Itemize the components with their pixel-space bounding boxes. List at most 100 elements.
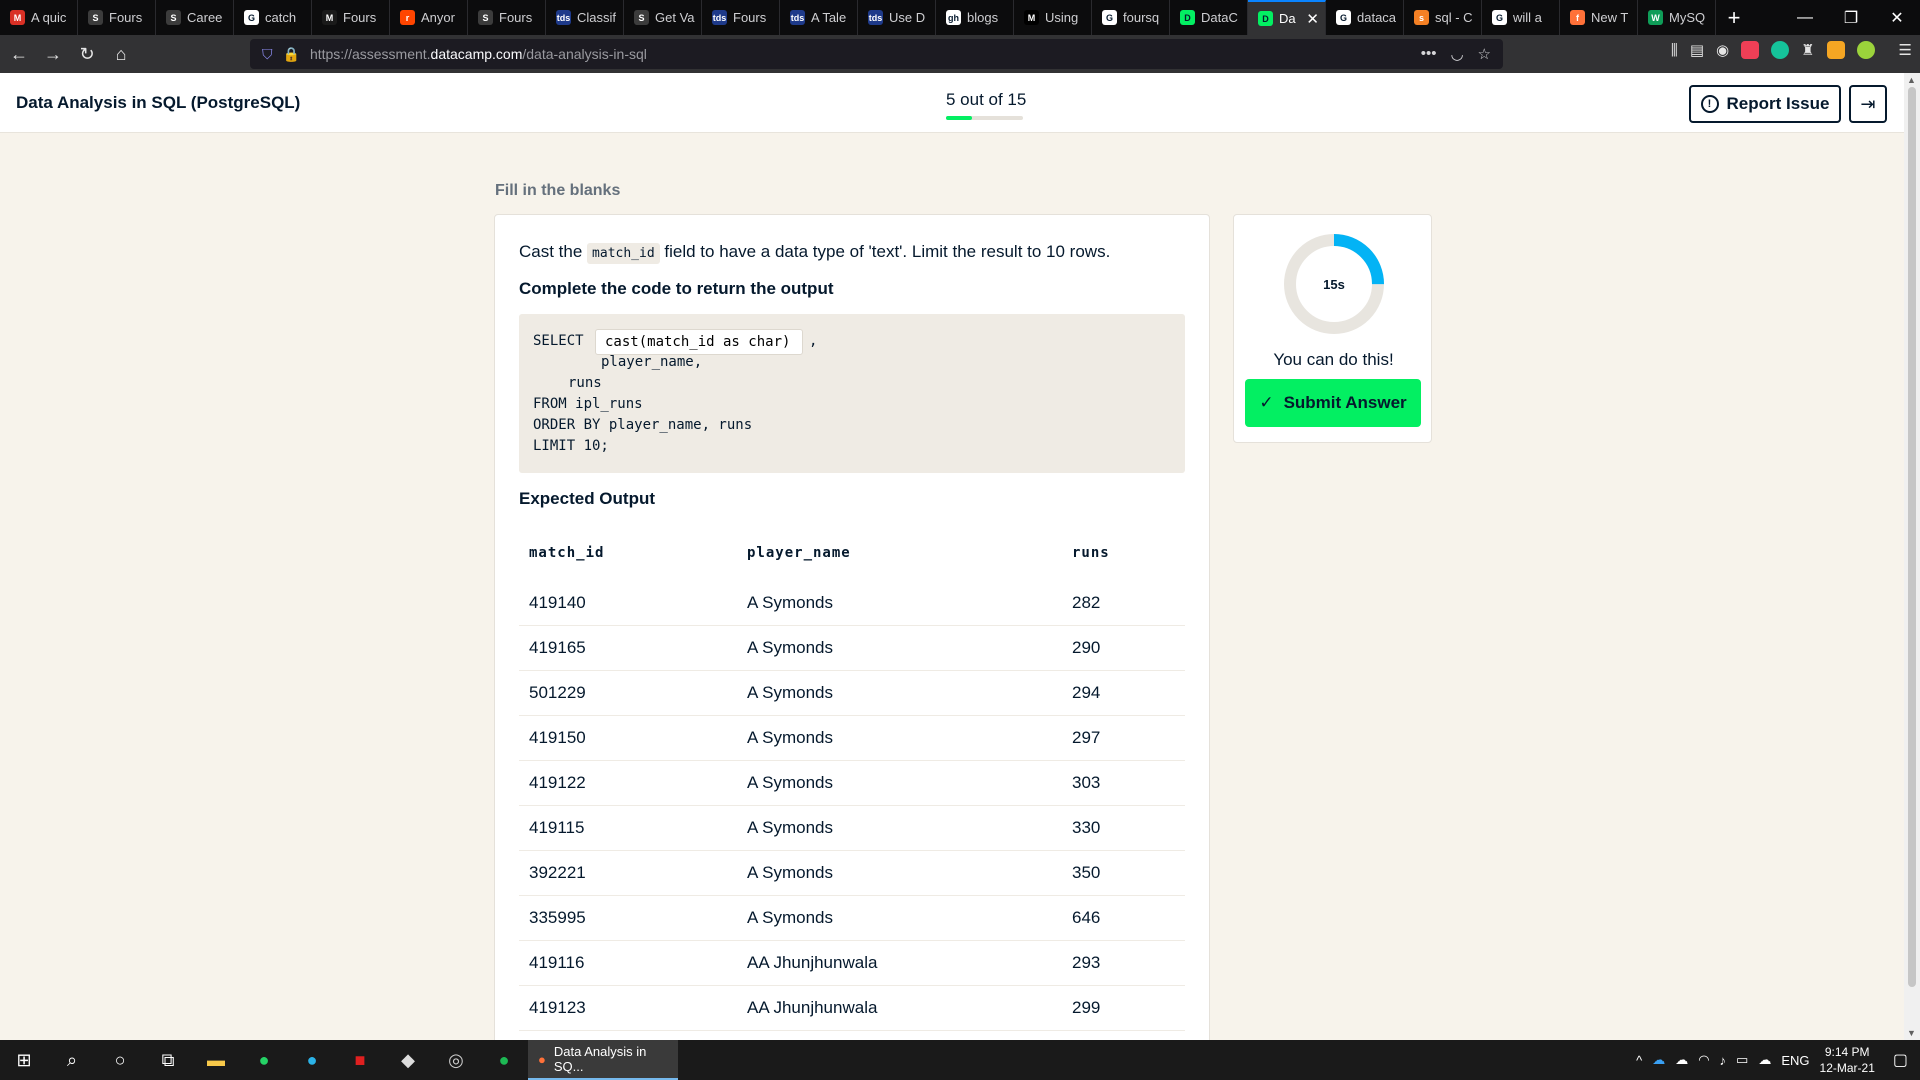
tab-label: Da (1279, 11, 1296, 26)
tab-favicon-icon: tds (712, 10, 727, 25)
browser-tab[interactable]: W MySQ (1638, 0, 1716, 35)
report-issue-button[interactable]: ! Report Issue (1689, 85, 1841, 123)
wifi-icon[interactable]: ◠ (1698, 1052, 1709, 1068)
browser-tab[interactable]: M A quic (0, 0, 78, 35)
spotify-icon[interactable]: ● (480, 1040, 528, 1080)
exit-button[interactable]: ⇥ (1849, 85, 1887, 123)
notifications-icon[interactable]: ▢ (1893, 1050, 1908, 1070)
tray-chevron-icon[interactable]: ^ (1636, 1053, 1642, 1068)
sync-icon[interactable]: ☁ (1758, 1052, 1771, 1068)
search-icon[interactable]: ⌕ (48, 1040, 96, 1080)
task-view-icon[interactable]: ⧉ (144, 1040, 192, 1080)
page-scrollbar[interactable]: ▲ ▼ (1904, 73, 1920, 1040)
table-row: 419140 A Symonds 282 (519, 581, 1185, 626)
browser-tab[interactable]: Gcatch (234, 0, 312, 35)
paint-icon[interactable]: ◆ (384, 1040, 432, 1080)
grammarly-ext-icon[interactable] (1771, 41, 1790, 59)
home-icon[interactable]: ⌂ (106, 39, 136, 69)
table-row: 501229 A Symonds 294 (519, 671, 1185, 716)
bookmark-star-icon[interactable]: ☆ (1478, 45, 1491, 63)
minimize-icon[interactable]: — (1782, 0, 1828, 35)
sidebar-icon[interactable]: ▤ (1690, 41, 1704, 59)
table-cell: A Symonds (747, 908, 833, 927)
progress-text: 5 out of 15 (946, 90, 1027, 109)
file-explorer-icon[interactable]: ▬ (192, 1040, 240, 1080)
browser-tab[interactable]: D Da ✕ (1248, 0, 1326, 35)
browser-tab[interactable]: S Fours (468, 0, 546, 35)
orange-ext-icon[interactable] (1826, 41, 1845, 59)
browser-tab[interactable]: s sql - C (1404, 0, 1482, 35)
browser-tab[interactable]: D DataC (1170, 0, 1248, 35)
taskbar-firefox-app[interactable]: ● Data Analysis in SQ... (528, 1040, 678, 1080)
timer-label: 15s (1323, 276, 1345, 292)
table-row: 335995 A Symonds 646 (519, 896, 1185, 941)
system-tray: ^ ☁ ☁ ◠ ♪ ▭ ☁ ENG 9:14 PM 12-Mar-21 ▢ (1636, 1044, 1920, 1076)
table-cell: 419122 (529, 773, 586, 792)
scroll-down-icon[interactable]: ▼ (1907, 1028, 1916, 1038)
browser-tab[interactable]: f New T (1560, 0, 1638, 35)
tab-favicon-icon: D (1180, 10, 1195, 25)
obs-icon[interactable]: ◎ (432, 1040, 480, 1080)
browser-tab[interactable]: Gfoursq (1092, 0, 1170, 35)
library-icon[interactable]: ⫼ (1671, 42, 1678, 59)
browser-tab[interactable]: tds Fours (702, 0, 780, 35)
menu-icon[interactable]: ☰ (1899, 41, 1912, 59)
acrobat-icon[interactable]: ■ (336, 1040, 384, 1080)
close-tab-icon[interactable]: ✕ (1306, 10, 1319, 28)
browser-tab[interactable]: S Fours (78, 0, 156, 35)
new-tab-button[interactable]: + (1716, 0, 1752, 35)
tab-label: MySQ (1669, 10, 1706, 25)
browser-tab[interactable]: M Using (1014, 0, 1092, 35)
onedrive-icon[interactable]: ☁ (1652, 1052, 1665, 1068)
browser-tab[interactable]: M Fours (312, 0, 390, 35)
tab-label: A Tale (811, 10, 847, 25)
browser-tab[interactable]: r Anyor (390, 0, 468, 35)
pocket-icon[interactable]: ◡ (1450, 45, 1463, 63)
back-icon[interactable]: ← (4, 39, 34, 69)
browser-tab[interactable]: gh blogs (936, 0, 1014, 35)
table-cell: 419150 (529, 728, 586, 747)
battery-icon[interactable]: ▭ (1736, 1052, 1748, 1068)
reload-icon[interactable]: ↻ (72, 39, 102, 69)
submit-answer-button[interactable]: ✓ Submit Answer (1245, 379, 1421, 427)
language-indicator[interactable]: ENG (1781, 1053, 1809, 1068)
cortana-icon[interactable]: ○ (96, 1040, 144, 1080)
close-window-icon[interactable]: ✕ (1874, 0, 1920, 35)
shield-icon[interactable]: ⛉ (262, 46, 273, 63)
scrollbar-thumb[interactable] (1908, 87, 1916, 987)
timer-card: 15s You can do this! ✓ Submit Answer (1233, 214, 1432, 443)
whatsapp-icon[interactable]: ● (240, 1040, 288, 1080)
table-cell: AA Jhunjhunwala (747, 998, 878, 1017)
browser-tab[interactable]: S Caree (156, 0, 234, 35)
code-select-keyword: SELECT (533, 333, 584, 349)
course-title: Data Analysis in SQL (PostgreSQL) (16, 93, 301, 112)
windows-start-icon[interactable]: ⊞ (0, 1040, 48, 1080)
browser-tab[interactable]: tds Use D (858, 0, 936, 35)
cloud-icon[interactable]: ☁ (1675, 1052, 1688, 1068)
browser-tab[interactable]: S Get Va (624, 0, 702, 35)
blank-input[interactable] (595, 329, 803, 355)
volume-icon[interactable]: ♪ (1720, 1053, 1727, 1068)
tab-list: M A quic S Fours S Caree Gcatch M Fours r Anyor S Fo… (0, 0, 1716, 35)
url-bar[interactable]: ⛉ 🔒 https://assessment.datacamp.com/data… (250, 39, 1503, 69)
taskbar-clock[interactable]: 9:14 PM 12-Mar-21 (1820, 1044, 1875, 1076)
table-row: 419115 A Symonds 330 (519, 806, 1185, 851)
puzzle-ext-icon[interactable]: ♜ (1801, 41, 1814, 59)
forward-icon[interactable]: → (38, 39, 68, 69)
browser-tab[interactable]: tds Classif (546, 0, 624, 35)
url-path: /data-analysis-in-sql (522, 46, 647, 62)
table-cell: A Symonds (747, 818, 833, 837)
scroll-up-icon[interactable]: ▲ (1907, 75, 1916, 85)
chrome-ext-icon[interactable] (1856, 41, 1875, 59)
tab-favicon-icon: M (322, 10, 337, 25)
browser-tab[interactable]: Gwill a (1482, 0, 1560, 35)
table-cell: A Symonds (747, 593, 833, 612)
pocket-ext-icon[interactable] (1741, 41, 1760, 59)
account-icon[interactable]: ◉ (1716, 41, 1729, 59)
restore-icon[interactable]: ❐ (1828, 0, 1874, 35)
edge-icon[interactable]: ● (288, 1040, 336, 1080)
more-icon[interactable]: ••• (1421, 45, 1437, 63)
browser-tab[interactable]: tds A Tale (780, 0, 858, 35)
tab-favicon-icon: G (244, 10, 259, 25)
browser-tab[interactable]: Gdataca (1326, 0, 1404, 35)
